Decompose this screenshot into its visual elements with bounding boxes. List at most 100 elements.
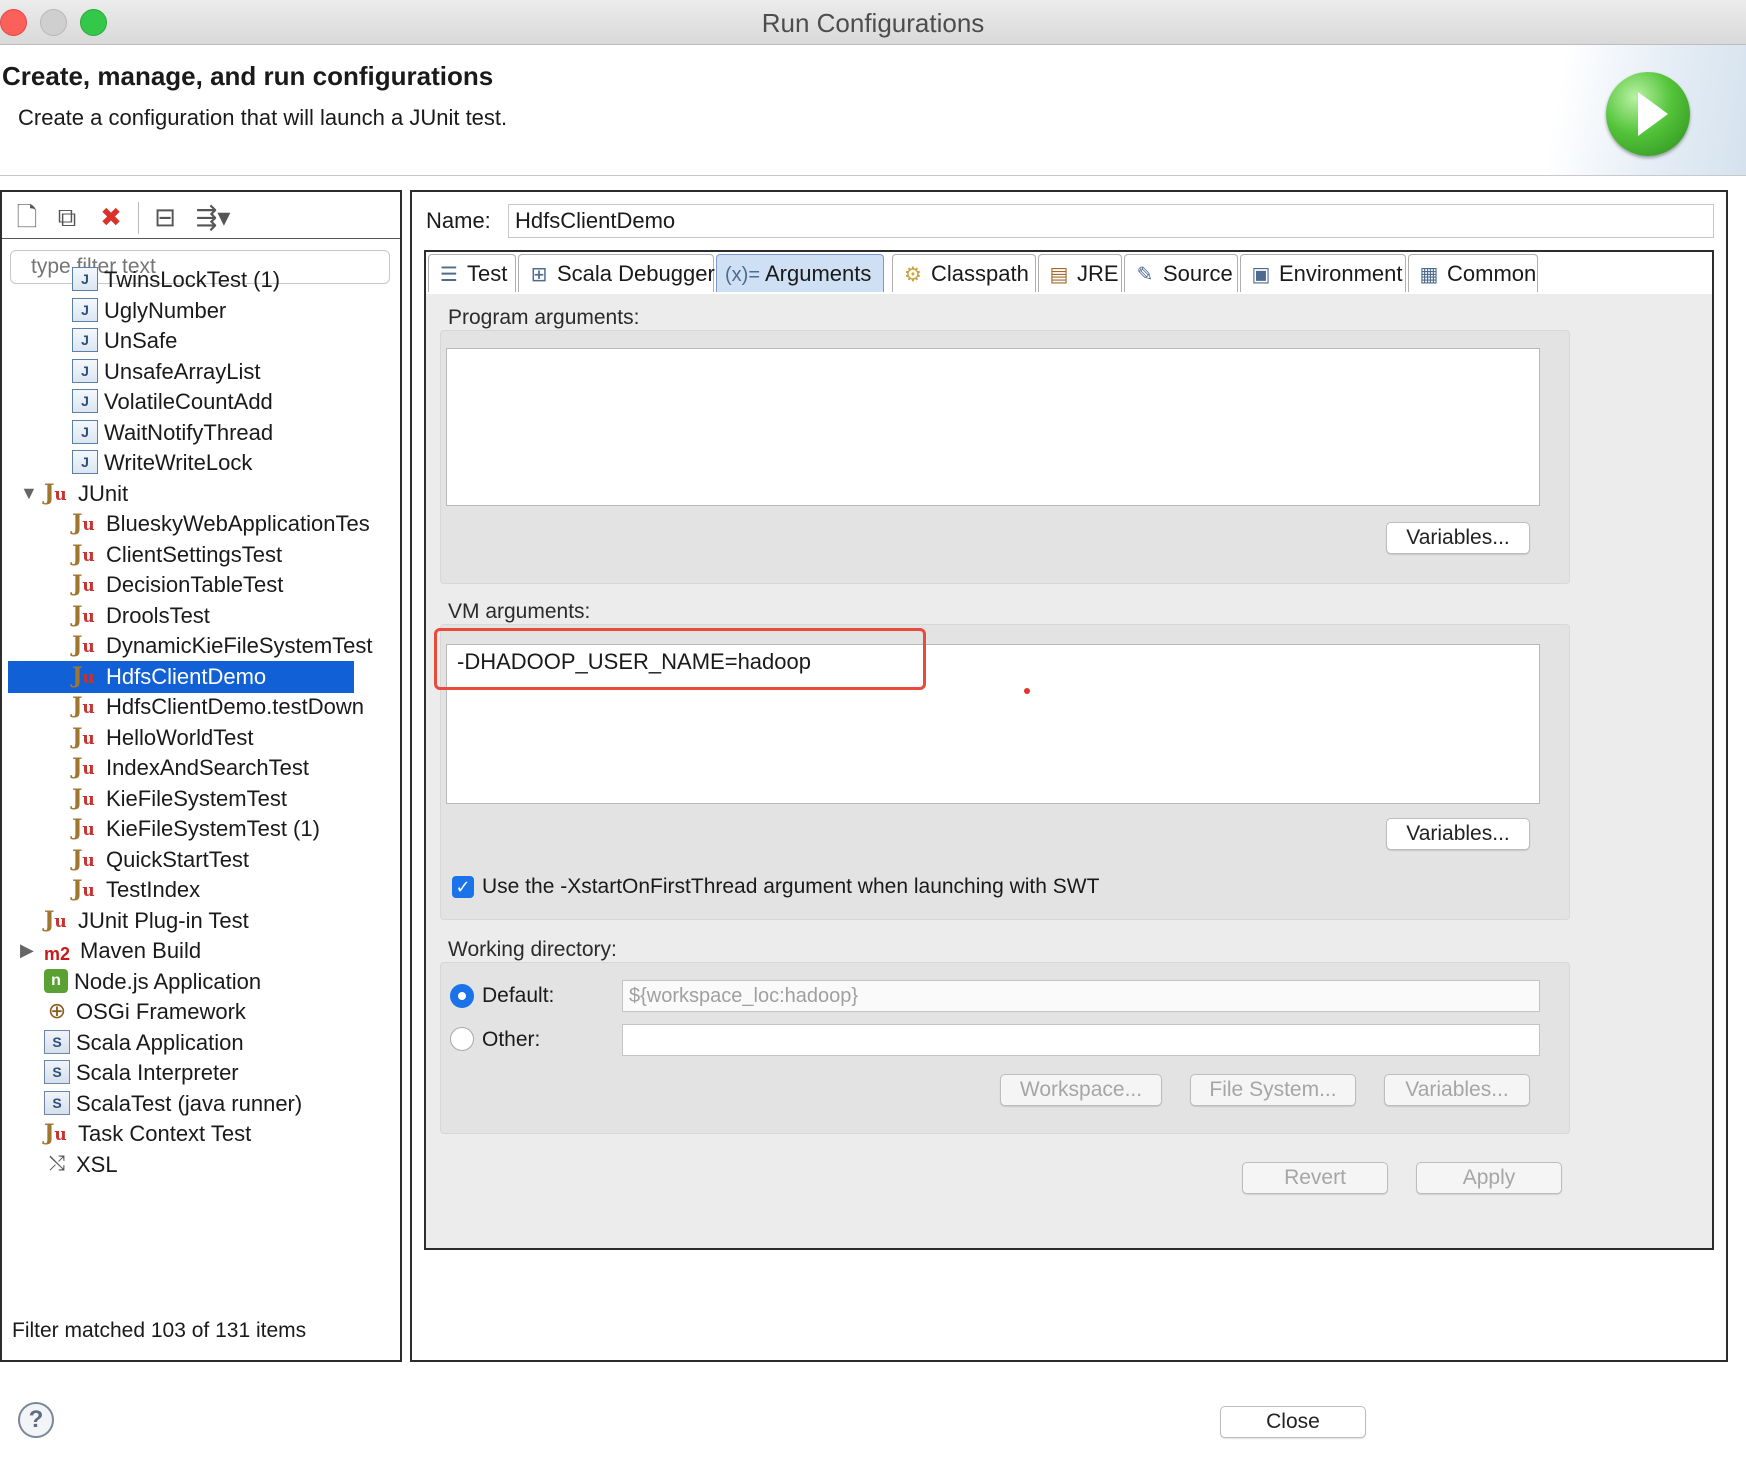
- apply-button[interactable]: Apply: [1416, 1162, 1562, 1194]
- program-arguments-label: Program arguments:: [448, 306, 640, 329]
- osgi-icon: ⊕: [47, 998, 67, 1024]
- tree-item-label: UnSafe: [104, 328, 178, 353]
- tab-source[interactable]: ✎ Source: [1124, 254, 1238, 292]
- arguments-tab-content: Program arguments: Variables... VM argum…: [426, 294, 1712, 1248]
- chevron-right-icon[interactable]: ▶: [20, 940, 34, 961]
- filter-status: Filter matched 103 of 131 items: [12, 1319, 307, 1342]
- default-directory-input: [622, 980, 1540, 1012]
- tree-item[interactable]: Ju BlueskyWebApplicationTes: [72, 508, 370, 540]
- tree-item-label: UglyNumber: [104, 297, 227, 323]
- tree-item[interactable]: Ju QuickStartTest: [72, 844, 249, 876]
- tree-item-label: ClientSettingsTest: [106, 541, 283, 567]
- default-radio[interactable]: [450, 984, 474, 1008]
- jre-icon: ▤: [1049, 264, 1069, 286]
- new-configuration-icon[interactable]: 🗋: [10, 200, 44, 234]
- environment-icon: ▣: [1251, 264, 1271, 286]
- tree-item[interactable]: Ju JUnit Plug-in Test: [44, 905, 249, 937]
- collapse-all-icon[interactable]: ⊟: [148, 200, 182, 234]
- tree-item[interactable]: Ju KieFileSystemTest: [72, 783, 287, 815]
- tree-item[interactable]: m2 Maven Build: [44, 935, 201, 967]
- tree-item-label: BlueskyWebApplicationTes: [106, 511, 370, 536]
- tab-arguments[interactable]: (x)= Arguments: [716, 254, 884, 292]
- tree-item[interactable]: Ju HdfsClientDemo.testDown: [72, 691, 364, 723]
- tab-environment[interactable]: ▣ Environment: [1240, 254, 1406, 292]
- tree-item-label: HdfsClientDemo: [106, 663, 267, 689]
- tree-item[interactable]: J UglyNumber: [72, 295, 226, 327]
- tree-item[interactable]: Ju ClientSettingsTest: [72, 539, 282, 571]
- run-icon: [1606, 72, 1690, 156]
- tree-item[interactable]: J VolatileCountAdd: [72, 386, 273, 418]
- tree-item-label: QuickStartTest: [106, 846, 250, 872]
- tree-item[interactable]: Ju TestIndex: [72, 874, 200, 906]
- tree-item[interactable]: Ju JUnit: [44, 478, 128, 510]
- tree-item[interactable]: J UnsafeArrayList: [72, 356, 261, 388]
- junit-icon: Ju: [72, 571, 95, 598]
- vm-variables-button[interactable]: Variables...: [1386, 818, 1530, 850]
- dialog-banner: Create, manage, and run configurations C…: [0, 45, 1746, 176]
- other-radio[interactable]: [450, 1027, 474, 1051]
- tree-item[interactable]: S Scala Interpreter: [44, 1057, 239, 1089]
- tree-item[interactable]: ⊕ OSGi Framework: [44, 996, 246, 1028]
- tree-item[interactable]: J UnSafe: [72, 325, 177, 357]
- junit-icon: Ju: [72, 845, 95, 872]
- filesystem-button[interactable]: File System...: [1190, 1074, 1356, 1106]
- tree-item-label: DroolsTest: [106, 602, 210, 628]
- program-variables-button[interactable]: Variables...: [1386, 522, 1530, 554]
- junit-icon: Ju: [72, 510, 95, 537]
- title-bar: Run Configurations: [0, 0, 1746, 45]
- working-directory-label: Working directory:: [448, 938, 617, 961]
- other-directory-input[interactable]: [622, 1024, 1540, 1056]
- common-icon: ▦: [1419, 264, 1439, 286]
- tree-item[interactable]: J TwinsLockTest (1): [72, 264, 280, 296]
- vm-arguments-label: VM arguments:: [448, 600, 591, 623]
- help-icon[interactable]: ?: [18, 1402, 54, 1438]
- tab-jre[interactable]: ▤ JRE: [1038, 254, 1122, 292]
- tree-item-label: UnsafeArrayList: [104, 358, 261, 384]
- tab-classpath[interactable]: ⚙ Classpath: [892, 254, 1036, 292]
- workspace-button[interactable]: Workspace...: [1000, 1074, 1162, 1106]
- tree-item[interactable]: J WriteWriteLock: [72, 447, 252, 479]
- tree-item-label: HdfsClientDemo.testDown: [106, 694, 364, 719]
- tree-item[interactable]: J WaitNotifyThread: [72, 417, 273, 449]
- tree-item-label: KieFileSystemTest: [106, 785, 287, 811]
- scala-icon: S: [44, 1090, 70, 1115]
- tree-item[interactable]: Ju IndexAndSearchTest: [72, 752, 309, 784]
- close-button[interactable]: Close: [1220, 1406, 1366, 1438]
- revert-button[interactable]: Revert: [1242, 1162, 1388, 1194]
- program-arguments-input[interactable]: [446, 348, 1540, 506]
- tree-item[interactable]: Ju HdfsClientDemo: [8, 660, 354, 693]
- workdir-variables-button[interactable]: Variables...: [1384, 1074, 1530, 1106]
- junit-icon: Ju: [72, 693, 95, 720]
- tab-folder: ☰ Test ⊞ Scala Debugger (x)= Arguments ⚙ Cla…: [424, 250, 1714, 1250]
- name-input[interactable]: [508, 204, 1714, 238]
- tab-test[interactable]: ☰ Test: [428, 254, 516, 292]
- junit-icon: Ju: [72, 632, 95, 659]
- junit-icon: Ju: [72, 754, 95, 781]
- tree-item-label: Scala Interpreter: [76, 1060, 239, 1085]
- tree-item[interactable]: Ju HelloWorldTest: [72, 722, 254, 754]
- swt-checkbox[interactable]: ✓: [452, 876, 474, 898]
- tree-item-label: IndexAndSearchTest: [106, 755, 310, 780]
- tree-item[interactable]: Ju DynamicKieFileSystemTest: [72, 630, 373, 662]
- junit-icon: Ju: [72, 540, 95, 567]
- tree-item[interactable]: Ju KieFileSystemTest (1): [72, 813, 320, 845]
- tab-scala-debugger[interactable]: ⊞ Scala Debugger: [518, 254, 715, 292]
- tree-item[interactable]: S Scala Application: [44, 1027, 244, 1059]
- tree-item-label: DynamicKieFileSystemTest: [106, 633, 373, 658]
- tree-item[interactable]: Ju DroolsTest: [72, 600, 210, 632]
- junit-icon: Ju: [72, 723, 95, 750]
- tree-item-label: Maven Build: [80, 938, 202, 963]
- tree-item[interactable]: n Node.js Application: [44, 966, 261, 998]
- configuration-editor-panel: Name: ☰Test ⊞Scala Debugger (x)=Argument…: [410, 190, 1728, 1362]
- tree-item[interactable]: S ScalaTest (java runner): [44, 1088, 302, 1120]
- chevron-down-icon[interactable]: ▼: [20, 483, 38, 504]
- filter-menu-icon[interactable]: ⇶▾: [190, 200, 236, 234]
- tree-item[interactable]: Ju Task Context Test: [44, 1118, 251, 1150]
- delete-configuration-icon[interactable]: ✖: [94, 200, 128, 234]
- tab-common[interactable]: ▦ Common: [1408, 254, 1538, 292]
- tree-item[interactable]: ⤭ XSL: [44, 1149, 118, 1181]
- tree-item-label: TestIndex: [106, 877, 201, 902]
- nodejs-icon: n: [44, 968, 68, 993]
- tree-item[interactable]: Ju DecisionTableTest: [72, 569, 283, 601]
- duplicate-configuration-icon[interactable]: ⧉: [50, 200, 84, 234]
